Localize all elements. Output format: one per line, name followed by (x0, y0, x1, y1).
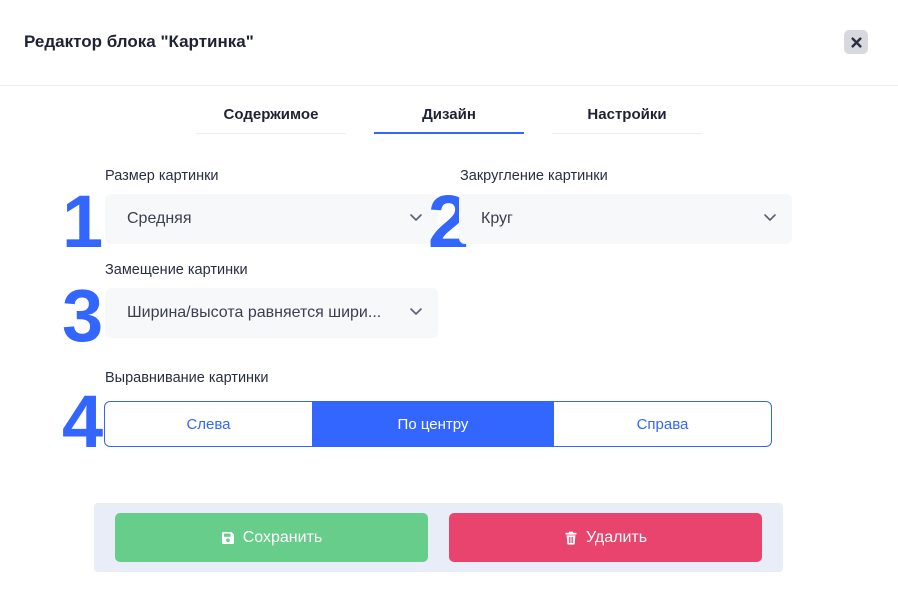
close-button[interactable] (844, 30, 868, 54)
field-number-3: 3 (62, 274, 104, 357)
rounding-select-value: Круг (481, 210, 513, 227)
align-left-button[interactable]: Слева (105, 402, 313, 446)
floppy-disk-icon (221, 531, 234, 544)
chevron-down-icon (410, 308, 422, 315)
dialog-title: Редактор блока "Картинка" (24, 32, 254, 51)
field-number-1: 1 (62, 180, 104, 263)
align-label: Выравнивание картинки (105, 370, 269, 386)
tab-settings[interactable]: Настройки (552, 100, 702, 134)
chevron-down-icon (764, 214, 776, 221)
save-button-label: Сохранить (242, 528, 323, 546)
image-block-editor-dialog: Редактор блока "Картинка" Содержимое Диз… (0, 0, 898, 590)
tab-bar: Содержимое Дизайн Настройки (0, 100, 898, 134)
dialog-header: Редактор блока "Картинка" (0, 0, 898, 86)
size-select[interactable]: Средняя (105, 194, 438, 244)
rounding-select[interactable]: Круг (459, 194, 792, 244)
fit-select-value: Ширина/высота равняется шири... (127, 304, 382, 321)
save-button[interactable]: Сохранить (115, 513, 428, 562)
dialog-footer: Сохранить Удалить (94, 503, 783, 572)
rounding-label: Закругление картинки (460, 168, 608, 184)
field-number-4: 4 (62, 380, 104, 463)
fit-label: Замещение картинки (105, 262, 248, 278)
trash-icon (565, 531, 577, 545)
close-icon (850, 36, 862, 48)
align-center-button[interactable]: По центру (313, 402, 553, 446)
tab-design[interactable]: Дизайн (374, 100, 524, 134)
delete-button-label: Удалить (585, 528, 648, 546)
align-segmented-control: Слева По центру Справа (104, 401, 772, 447)
align-right-button[interactable]: Справа (553, 402, 771, 446)
size-label: Размер картинки (105, 168, 219, 184)
fit-select[interactable]: Ширина/высота равняется шири... (105, 288, 438, 338)
chevron-down-icon (410, 214, 422, 221)
delete-button[interactable]: Удалить (449, 513, 762, 562)
size-select-value: Средняя (127, 210, 192, 227)
tab-content[interactable]: Содержимое (196, 100, 346, 134)
